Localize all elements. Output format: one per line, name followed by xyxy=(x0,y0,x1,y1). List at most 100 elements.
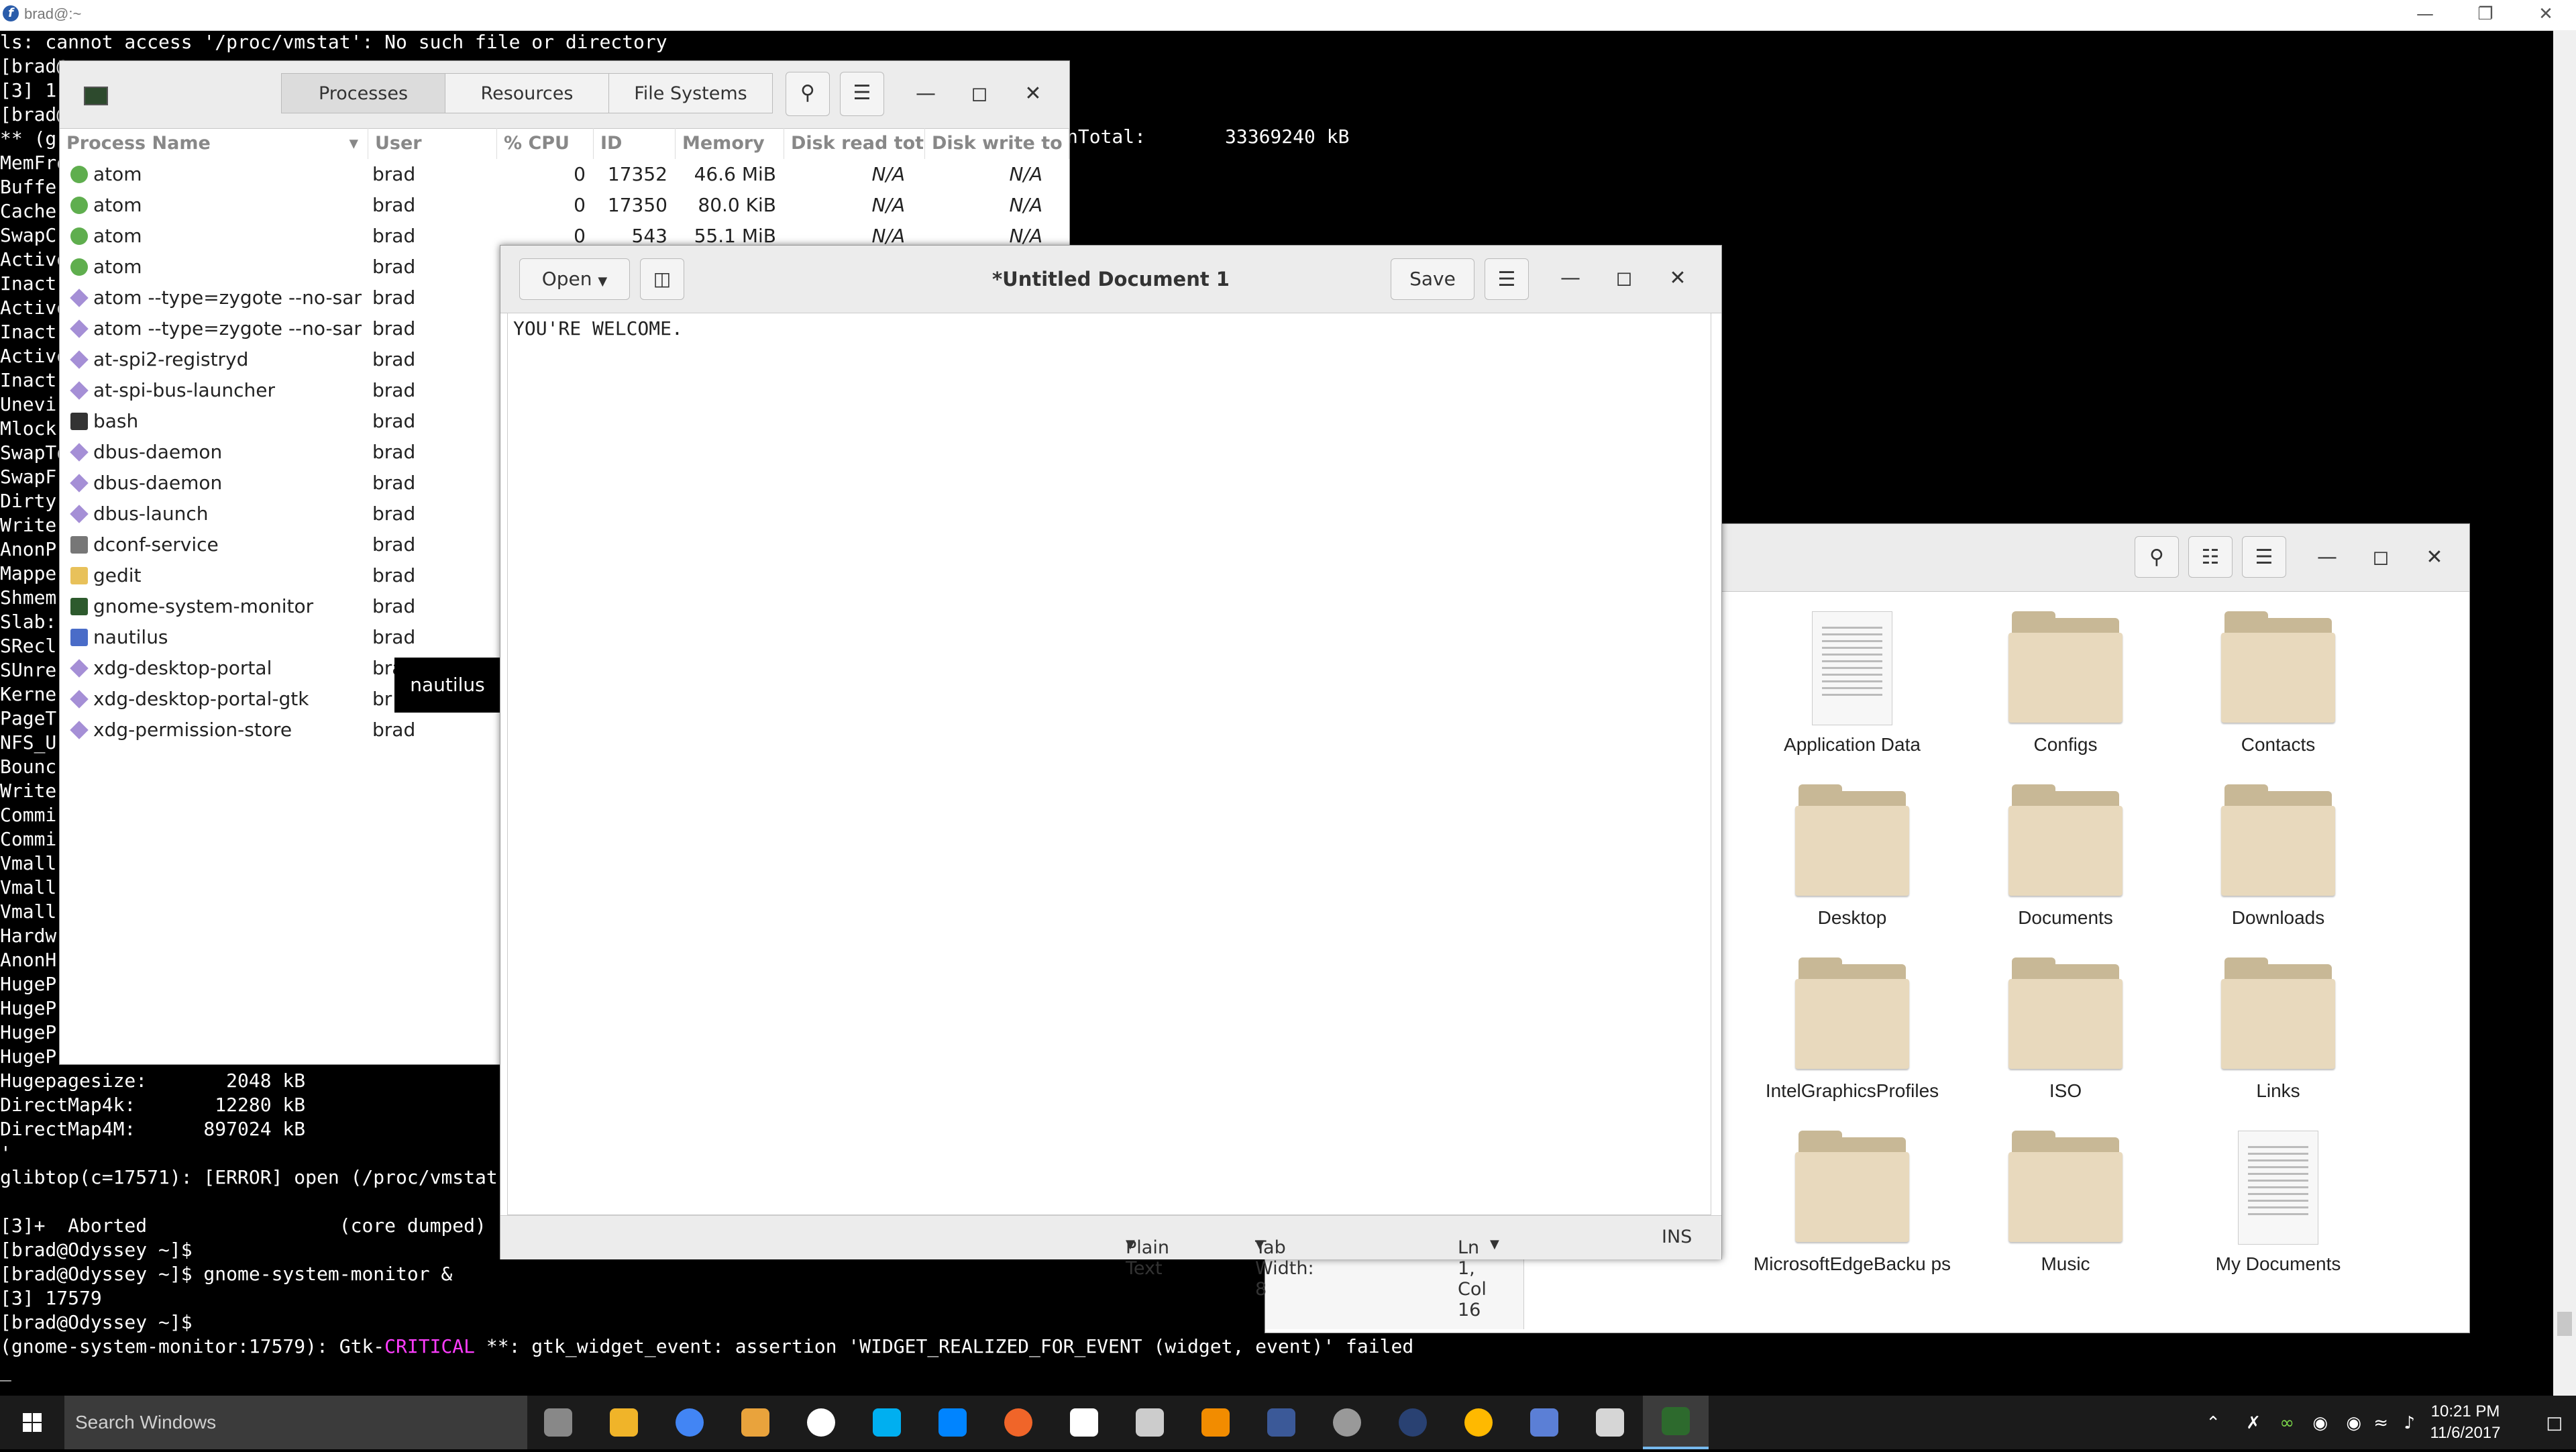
taskbar-app-button[interactable] xyxy=(657,1396,722,1449)
open-button[interactable]: Open ▼ xyxy=(519,258,630,300)
taskbar-app-button[interactable] xyxy=(1511,1396,1577,1449)
tray-app-icon[interactable]: ◉ xyxy=(2346,1413,2361,1433)
sort-arrow-icon[interactable]: ▾ xyxy=(349,128,358,159)
terminal-line: NFS_U xyxy=(0,731,57,754)
terminal-line: Active xyxy=(0,297,68,319)
hamburger-icon: ☰ xyxy=(2255,546,2273,569)
menu-button[interactable]: ☰ xyxy=(1485,258,1529,300)
system-monitor-headerbar: Processes Resources File Systems ⚲ ☰ — ◻… xyxy=(60,61,1069,129)
gedit-icon xyxy=(70,567,88,584)
file-item[interactable]: Configs xyxy=(1965,611,2166,756)
table-row[interactable]: atom brad 0 17352 46.6 MiB N/A N/A xyxy=(60,159,1069,190)
file-item[interactable]: Downloads xyxy=(2178,784,2379,929)
menu-button[interactable]: ☰ xyxy=(840,72,884,116)
col-disk-write[interactable]: Disk write to xyxy=(925,128,1069,159)
new-document-button[interactable]: ◫ xyxy=(640,258,684,300)
process-user: brad xyxy=(372,441,416,463)
restore-button[interactable]: ❐ xyxy=(2455,0,2516,30)
terminal-line: AnonP xyxy=(0,538,57,560)
search-button[interactable]: ⚲ xyxy=(2135,536,2179,578)
wifi-icon[interactable]: ≈ xyxy=(2373,1413,2388,1433)
col-cpu[interactable]: % CPU xyxy=(497,128,594,159)
taskbar-app-button[interactable] xyxy=(788,1396,854,1449)
process-user: brad xyxy=(372,317,416,340)
file-item[interactable]: Documents xyxy=(1965,784,2166,929)
close-button[interactable]: ✕ xyxy=(1661,262,1695,296)
file-item[interactable]: MicrosoftEdgeBacku ps xyxy=(1752,1131,1953,1276)
tab-processes[interactable]: Processes xyxy=(281,73,445,113)
col-id[interactable]: ID xyxy=(594,128,676,159)
taskbar-app-button[interactable] xyxy=(1314,1396,1380,1449)
minimize-button[interactable]: — xyxy=(1554,262,1587,296)
scrollbar-thumb[interactable] xyxy=(2557,1312,2572,1336)
file-item[interactable]: ISO xyxy=(1965,957,2166,1102)
taskbar-app-button[interactable] xyxy=(1380,1396,1446,1449)
taskbar-app-button[interactable] xyxy=(1117,1396,1183,1449)
taskbar-app-button[interactable] xyxy=(1183,1396,1248,1449)
volume-icon[interactable]: ♪ xyxy=(2404,1413,2415,1433)
taskbar-app-button[interactable] xyxy=(1051,1396,1117,1449)
terminal-line: [brad@Odyssey ~]$ xyxy=(0,1239,193,1261)
minimize-button[interactable]: — xyxy=(2310,541,2344,575)
terminal-line: DirectMap4k: 12280 kB xyxy=(0,1094,306,1116)
search-button[interactable]: ⚲ xyxy=(786,72,830,116)
table-row[interactable]: atom brad 0 17350 80.0 KiB N/A N/A xyxy=(60,190,1069,221)
process-user: brad xyxy=(372,379,416,401)
taskbar-app-button[interactable] xyxy=(920,1396,985,1449)
col-user[interactable]: User xyxy=(368,128,497,159)
view-toggle-button[interactable]: ☷ xyxy=(2188,536,2233,578)
file-label: Desktop xyxy=(1817,907,1887,928)
file-item[interactable]: Music xyxy=(1965,1131,2166,1276)
maximize-button[interactable]: ◻ xyxy=(1607,262,1641,296)
taskbar-app-button[interactable] xyxy=(1446,1396,1511,1449)
fedora-icon xyxy=(1399,1408,1427,1437)
tab-resources[interactable]: Resources xyxy=(445,73,609,113)
tray-app-icon[interactable]: ◉ xyxy=(2312,1413,2328,1433)
tray-app-icon[interactable]: ✗ xyxy=(2246,1413,2261,1433)
atom-icon xyxy=(70,227,88,245)
file-item[interactable]: Contacts xyxy=(2178,611,2379,756)
taskbar-app-button[interactable] xyxy=(722,1396,788,1449)
terminal-line: [3] 1 xyxy=(0,79,57,101)
col-process-name[interactable]: Process Name ▾ xyxy=(60,128,368,159)
terminal-scrollbar[interactable] xyxy=(2553,30,2576,1396)
col-memory[interactable]: Memory xyxy=(676,128,784,159)
tab-file-systems[interactable]: File Systems xyxy=(608,73,773,113)
process-name: dbus-daemon xyxy=(93,472,223,494)
maximize-button[interactable]: ◻ xyxy=(963,78,996,111)
file-item[interactable]: IntelGraphicsProfiles xyxy=(1752,957,1953,1102)
process-name: dbus-daemon xyxy=(93,441,223,463)
taskbar-app-button[interactable] xyxy=(1643,1396,1709,1449)
terminal-titlebar[interactable]: f brad@:~ — ❐ ✕ xyxy=(0,0,2576,31)
taskbar-app-button[interactable] xyxy=(1577,1396,1643,1449)
taskbar-app-button[interactable] xyxy=(525,1396,591,1449)
file-item[interactable]: Links xyxy=(2178,957,2379,1102)
minimize-button[interactable]: — xyxy=(909,78,943,111)
process-user: brad xyxy=(372,225,416,247)
taskbar-app-button[interactable] xyxy=(1248,1396,1314,1449)
close-button[interactable]: ✕ xyxy=(2418,541,2451,575)
maximize-button[interactable]: ◻ xyxy=(2364,541,2398,575)
close-button[interactable]: ✕ xyxy=(1016,78,1050,111)
file-item[interactable]: My Documents xyxy=(2178,1131,2379,1276)
file-item[interactable]: Desktop xyxy=(1752,784,1953,929)
col-disk-read[interactable]: Disk read tot xyxy=(784,128,925,159)
file-item[interactable]: Application Data xyxy=(1752,611,1953,756)
diamond-icon xyxy=(70,721,89,739)
minimize-button[interactable]: — xyxy=(2395,0,2455,30)
taskbar-clock[interactable]: 10:21 PM 11/6/2017 xyxy=(2415,1401,2516,1444)
taskbar-app-button[interactable] xyxy=(985,1396,1051,1449)
start-button[interactable] xyxy=(0,1396,64,1449)
terminal-cursor: _ xyxy=(0,1359,11,1382)
taskbar-app-button[interactable] xyxy=(854,1396,920,1449)
taskbar-app-button[interactable] xyxy=(591,1396,657,1449)
close-button[interactable]: ✕ xyxy=(2516,0,2576,30)
chevron-up-icon[interactable]: ⌃ xyxy=(2206,1413,2220,1433)
tray-app-icon[interactable]: ∞ xyxy=(2279,1413,2294,1433)
save-button[interactable]: Save xyxy=(1391,258,1474,300)
action-center-icon[interactable]: □ xyxy=(2546,1413,2563,1433)
gedit-window[interactable]: Open ▼ ◫ Save ☰ — ◻ ✕ *Untitled Document… xyxy=(500,245,1722,1320)
text-editor-area[interactable]: YOU'RE WELCOME. xyxy=(507,313,1711,1215)
menu-button[interactable]: ☰ xyxy=(2242,536,2286,578)
taskbar-search-box[interactable]: Search Windows xyxy=(64,1396,527,1449)
